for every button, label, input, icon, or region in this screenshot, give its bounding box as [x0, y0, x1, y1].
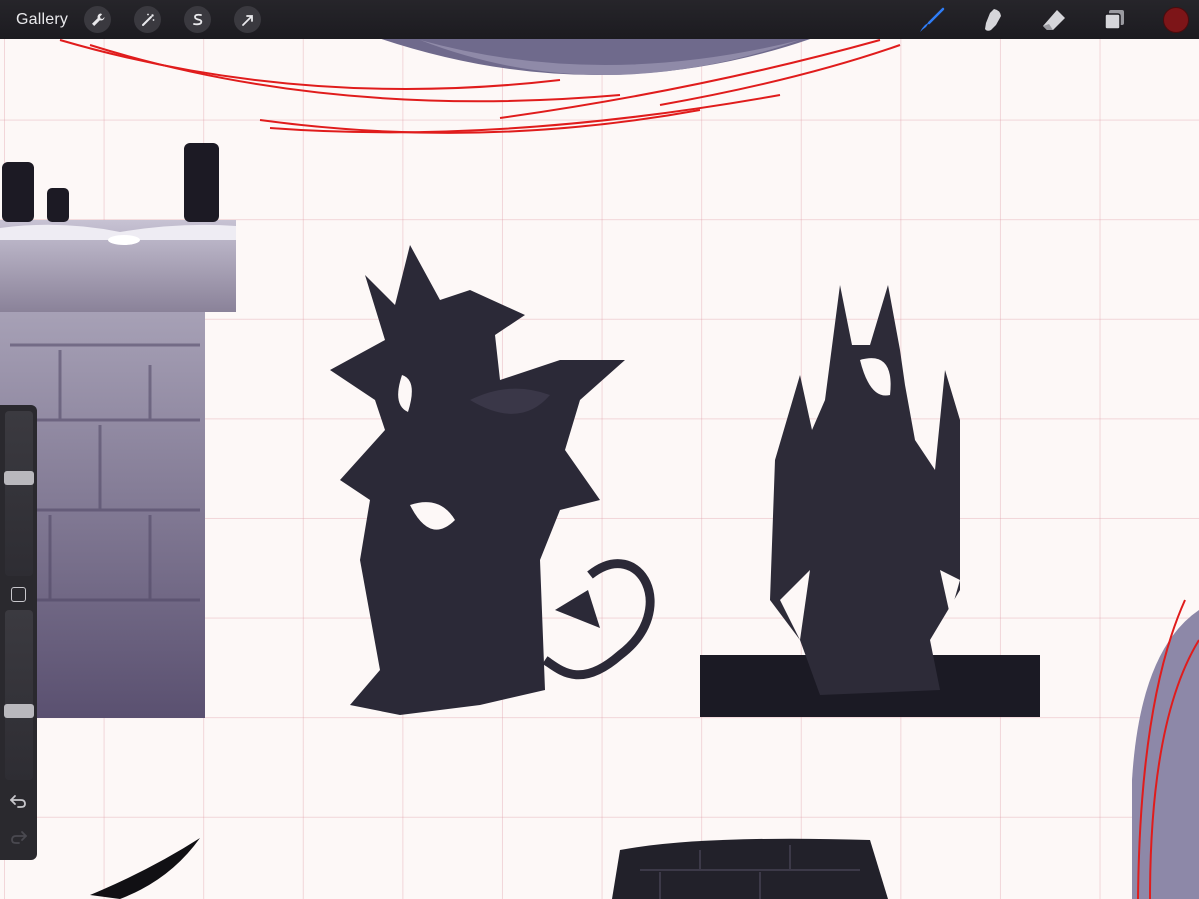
- transform-button[interactable]: [234, 6, 262, 33]
- brush-size-handle[interactable]: [4, 471, 34, 486]
- brush-icon: [920, 7, 945, 32]
- layers-button[interactable]: [1102, 7, 1128, 33]
- undo-icon[interactable]: [9, 791, 28, 810]
- brush-tool-button[interactable]: [919, 7, 945, 33]
- gargoyle-right: [700, 285, 1040, 717]
- selection-button[interactable]: [184, 6, 212, 33]
- right-edge-sketch: [1132, 599, 1199, 899]
- smudge-icon: [985, 8, 1001, 31]
- smudge-tool-button[interactable]: [980, 7, 1006, 33]
- side-slider-bar: [0, 405, 37, 860]
- modify-square-icon[interactable]: [11, 587, 26, 602]
- gargoyle-left: [330, 245, 655, 715]
- transform-arrow-icon: [241, 14, 253, 26]
- top-toolbar: Gallery: [0, 0, 1199, 39]
- bottom-left-stroke: [90, 838, 200, 899]
- bottom-stone-block: [612, 838, 888, 899]
- adjustments-button[interactable]: [134, 6, 162, 33]
- eraser-icon: [1043, 9, 1065, 30]
- wrench-icon: [91, 13, 105, 26]
- color-picker-button[interactable]: [1163, 6, 1189, 33]
- brush-size-slider[interactable]: [5, 411, 33, 576]
- brush-opacity-slider[interactable]: [5, 610, 33, 780]
- actions-button[interactable]: [84, 6, 112, 33]
- layers-icon: [1104, 9, 1124, 30]
- brush-opacity-handle[interactable]: [4, 703, 34, 718]
- canvas-artwork: [0, 20, 1199, 899]
- selection-icon: [192, 13, 202, 25]
- redo-icon[interactable]: [9, 827, 28, 846]
- magic-wand-icon: [141, 13, 154, 26]
- gallery-button[interactable]: Gallery: [16, 11, 68, 29]
- drawing-canvas[interactable]: [0, 0, 1199, 899]
- eraser-tool-button[interactable]: [1041, 7, 1067, 33]
